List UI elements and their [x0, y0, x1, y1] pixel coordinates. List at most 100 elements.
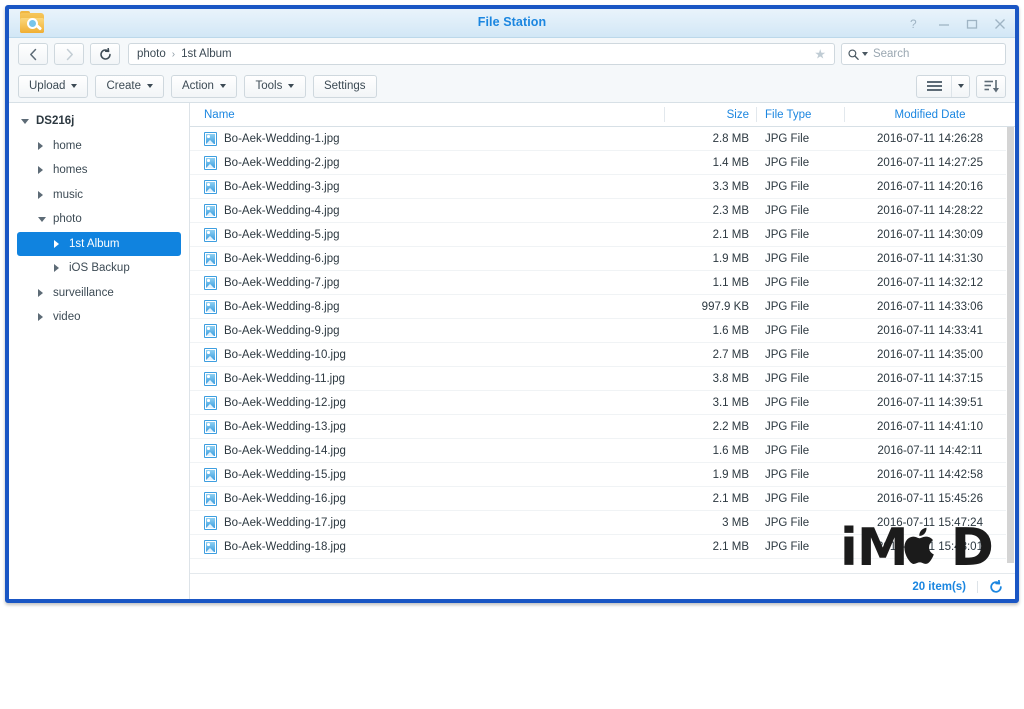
- file-type-cell: JPG File: [757, 463, 845, 487]
- file-name-label: Bo-Aek-Wedding-7.jpg: [224, 277, 340, 289]
- file-name-label: Bo-Aek-Wedding-11.jpg: [224, 373, 345, 385]
- image-file-icon: [204, 420, 217, 434]
- column-header-modified-date[interactable]: Modified Date: [845, 103, 1015, 126]
- create-button[interactable]: Create: [95, 75, 164, 98]
- table-row[interactable]: Bo-Aek-Wedding-9.jpg1.6 MBJPG File2016-0…: [190, 319, 1015, 343]
- image-file-icon: [204, 348, 217, 362]
- sidebar-item-label: video: [53, 311, 81, 323]
- breadcrumb-item-0[interactable]: photo: [135, 48, 168, 60]
- table-row[interactable]: Bo-Aek-Wedding-7.jpg1.1 MBJPG File2016-0…: [190, 271, 1015, 295]
- status-refresh-icon[interactable]: [978, 580, 1003, 594]
- forward-button[interactable]: [54, 43, 84, 65]
- table-row[interactable]: Bo-Aek-Wedding-15.jpg1.9 MBJPG File2016-…: [190, 463, 1015, 487]
- sidebar-item-ds216j[interactable]: DS216j: [9, 109, 189, 134]
- navigation-bar: photo › 1st Album ★: [9, 38, 1015, 70]
- sidebar-item-label: music: [53, 189, 83, 201]
- screen: File Station ?: [0, 0, 1024, 709]
- help-button[interactable]: ?: [908, 16, 923, 31]
- table-row[interactable]: Bo-Aek-Wedding-10.jpg2.7 MBJPG File2016-…: [190, 343, 1015, 367]
- file-size-cell: 3.1 MB: [665, 391, 757, 415]
- close-button[interactable]: [992, 16, 1007, 31]
- chevron-right-icon[interactable]: [38, 313, 50, 321]
- modified-date-cell: 2016-07-11 14:41:10: [845, 415, 1015, 439]
- action-button[interactable]: Action: [171, 75, 237, 98]
- chevron-right-icon[interactable]: [38, 142, 50, 150]
- file-name-cell: Bo-Aek-Wedding-7.jpg: [190, 271, 665, 295]
- back-button[interactable]: [18, 43, 48, 65]
- view-mode-split-button[interactable]: [916, 75, 970, 98]
- file-name-label: Bo-Aek-Wedding-2.jpg: [224, 157, 340, 169]
- search-input[interactable]: [871, 47, 999, 61]
- chevron-down-icon[interactable]: [38, 217, 50, 222]
- sidebar-item-homes[interactable]: homes: [9, 158, 189, 183]
- scrollbar-thumb[interactable]: [1007, 127, 1014, 563]
- file-name-label: Bo-Aek-Wedding-15.jpg: [224, 469, 346, 481]
- sidebar-item-home[interactable]: home: [9, 134, 189, 159]
- tools-button[interactable]: Tools: [244, 75, 306, 98]
- file-type-cell: JPG File: [757, 511, 845, 535]
- modified-date-cell: 2016-07-11 14:33:06: [845, 295, 1015, 319]
- table-row[interactable]: Bo-Aek-Wedding-14.jpg1.6 MBJPG File2016-…: [190, 439, 1015, 463]
- file-size-cell: 3.8 MB: [665, 367, 757, 391]
- table-row[interactable]: Bo-Aek-Wedding-6.jpg1.9 MBJPG File2016-0…: [190, 247, 1015, 271]
- search-box[interactable]: [841, 43, 1006, 65]
- table-row[interactable]: Bo-Aek-Wedding-16.jpg2.1 MBJPG File2016-…: [190, 487, 1015, 511]
- column-header-size[interactable]: Size: [665, 103, 757, 126]
- table-row[interactable]: Bo-Aek-Wedding-12.jpg3.1 MBJPG File2016-…: [190, 391, 1015, 415]
- list-view-icon[interactable]: [917, 76, 951, 97]
- file-size-cell: 1.9 MB: [665, 247, 757, 271]
- breadcrumb[interactable]: photo › 1st Album ★: [128, 43, 835, 65]
- table-row[interactable]: Bo-Aek-Wedding-18.jpg2.1 MBJPG File2016-…: [190, 535, 1015, 559]
- table-row[interactable]: Bo-Aek-Wedding-13.jpg2.2 MBJPG File2016-…: [190, 415, 1015, 439]
- sidebar-item-music[interactable]: music: [9, 183, 189, 208]
- sidebar-item-video[interactable]: video: [9, 305, 189, 330]
- column-header-file-type[interactable]: File Type: [757, 103, 845, 126]
- chevron-down-icon[interactable]: [951, 76, 969, 97]
- file-name-label: Bo-Aek-Wedding-17.jpg: [224, 517, 346, 529]
- table-row[interactable]: Bo-Aek-Wedding-2.jpg1.4 MBJPG File2016-0…: [190, 151, 1015, 175]
- table-row[interactable]: Bo-Aek-Wedding-11.jpg3.8 MBJPG File2016-…: [190, 367, 1015, 391]
- file-type-cell: JPG File: [757, 295, 845, 319]
- file-name-label: Bo-Aek-Wedding-10.jpg: [224, 349, 346, 361]
- star-icon[interactable]: ★: [814, 48, 826, 61]
- file-type-cell: JPG File: [757, 199, 845, 223]
- chevron-right-icon[interactable]: [54, 264, 66, 272]
- refresh-button[interactable]: [90, 43, 120, 65]
- table-row[interactable]: Bo-Aek-Wedding-3.jpg3.3 MBJPG File2016-0…: [190, 175, 1015, 199]
- sidebar-item-ios-backup[interactable]: iOS Backup: [9, 256, 189, 281]
- chevron-right-icon[interactable]: [54, 240, 66, 248]
- sort-descending-icon[interactable]: [976, 75, 1006, 98]
- file-size-cell: 1.1 MB: [665, 271, 757, 295]
- table-row[interactable]: Bo-Aek-Wedding-5.jpg2.1 MBJPG File2016-0…: [190, 223, 1015, 247]
- maximize-button[interactable]: [964, 16, 979, 31]
- table-row[interactable]: Bo-Aek-Wedding-8.jpg997.9 KBJPG File2016…: [190, 295, 1015, 319]
- file-name-label: Bo-Aek-Wedding-13.jpg: [224, 421, 346, 433]
- column-header-name[interactable]: Name: [190, 103, 665, 126]
- settings-button[interactable]: Settings: [313, 75, 377, 98]
- table-row[interactable]: Bo-Aek-Wedding-1.jpg2.8 MBJPG File2016-0…: [190, 127, 1015, 151]
- sidebar-item-1st-album[interactable]: 1st Album: [17, 232, 181, 257]
- table-row[interactable]: Bo-Aek-Wedding-17.jpg3 MBJPG File2016-07…: [190, 511, 1015, 535]
- file-size-cell: 2.2 MB: [665, 415, 757, 439]
- file-name-label: Bo-Aek-Wedding-14.jpg: [224, 445, 346, 457]
- image-file-icon: [204, 300, 217, 314]
- breadcrumb-item-1[interactable]: 1st Album: [179, 48, 234, 60]
- chevron-right-icon[interactable]: [38, 166, 50, 174]
- search-dropdown-caret-icon[interactable]: [862, 52, 868, 56]
- chevron-right-icon[interactable]: [38, 289, 50, 297]
- item-count-label: 20 item(s): [912, 581, 978, 593]
- upload-button[interactable]: Upload: [18, 75, 88, 98]
- chevron-down-icon: [147, 84, 153, 88]
- sidebar-item-photo[interactable]: photo: [9, 207, 189, 232]
- chevron-down-icon[interactable]: [21, 119, 33, 124]
- modified-date-cell: 2016-07-11 14:20:16: [845, 175, 1015, 199]
- file-size-cell: 3.3 MB: [665, 175, 757, 199]
- chevron-right-icon[interactable]: [38, 191, 50, 199]
- table-row[interactable]: Bo-Aek-Wedding-4.jpg2.3 MBJPG File2016-0…: [190, 199, 1015, 223]
- sidebar-item-surveillance[interactable]: surveillance: [9, 281, 189, 306]
- vertical-scrollbar[interactable]: [1006, 127, 1015, 573]
- sidebar-item-label: iOS Backup: [69, 262, 130, 274]
- minimize-button[interactable]: [936, 16, 951, 31]
- image-file-icon: [204, 252, 217, 266]
- create-button-label: Create: [106, 80, 141, 92]
